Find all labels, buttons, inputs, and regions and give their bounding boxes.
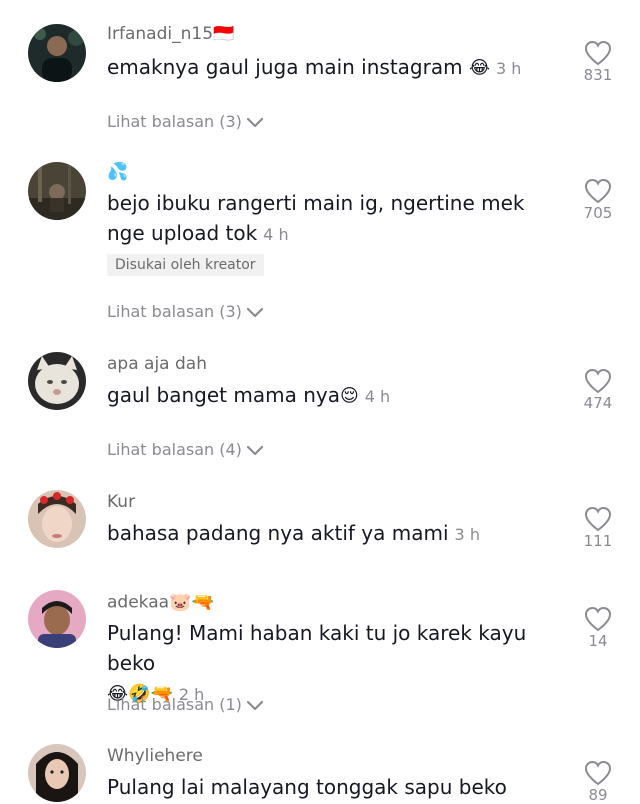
heart-icon	[584, 178, 612, 204]
flag-icon: 🇮🇩	[213, 24, 235, 44]
like-count: 474	[583, 394, 613, 412]
avatar[interactable]	[28, 24, 86, 82]
timestamp: 3 h	[495, 59, 522, 78]
heart-icon	[584, 760, 612, 786]
like-button[interactable]: 474	[578, 368, 618, 412]
like-button[interactable]: 831	[578, 40, 618, 84]
comment-text: emaknya gaul juga main instagram 😂 3 h	[107, 55, 522, 79]
like-button[interactable]: 14	[578, 606, 618, 650]
avatar[interactable]	[28, 744, 86, 802]
view-replies-button[interactable]: Lihat balasan (3)	[107, 302, 264, 321]
like-count: 111	[583, 532, 613, 550]
timestamp: 3 h	[454, 525, 480, 544]
comment-text: gaul banget mama nya😌 4 h	[107, 383, 391, 407]
like-count: 705	[583, 204, 613, 222]
view-replies-button[interactable]: Lihat balasan (3)	[107, 112, 264, 131]
heart-icon	[584, 506, 612, 532]
comment-text: bahasa padang nya aktif ya mami 3 h	[107, 521, 480, 545]
username[interactable]: Irfanadi_n15🇮🇩	[107, 24, 234, 44]
like-button[interactable]: 111	[578, 506, 618, 550]
pig-gun-emoji: 🐷🔫	[169, 592, 214, 613]
view-replies-button[interactable]: Lihat balasan (4)	[107, 440, 264, 459]
comment-text: Pulang lai malayang tonggak sapu beko	[107, 775, 507, 799]
avatar[interactable]	[28, 590, 86, 648]
like-button[interactable]: 705	[578, 178, 618, 222]
like-count: 14	[588, 632, 608, 650]
heart-icon	[584, 606, 612, 632]
avatar[interactable]	[28, 352, 86, 410]
emoji: 😂	[468, 57, 490, 79]
chevron-down-icon	[246, 307, 264, 317]
like-button[interactable]: 89	[578, 760, 618, 804]
like-count: 89	[588, 786, 608, 804]
username[interactable]: Whyliehere	[107, 746, 203, 766]
like-count: 831	[583, 66, 613, 84]
username[interactable]: adekaa🐷🔫	[107, 592, 214, 613]
timestamp: 4 h	[364, 387, 391, 406]
chevron-down-icon	[246, 700, 264, 710]
username[interactable]: 💦	[107, 162, 128, 182]
liked-by-creator-badge: Disukai oleh kreator	[107, 254, 264, 276]
avatar[interactable]	[28, 490, 86, 548]
comment-text: bejo ibuku rangerti main ig, ngertine me…	[107, 191, 525, 245]
timestamp: 4 h	[263, 225, 289, 244]
emoji: 😌	[339, 385, 359, 407]
view-replies-button[interactable]: Lihat balasan (1)	[107, 695, 264, 714]
heart-icon	[584, 368, 612, 394]
heart-icon	[584, 40, 612, 66]
chevron-down-icon	[246, 117, 264, 127]
chevron-down-icon	[246, 445, 264, 455]
username[interactable]: apa aja dah	[107, 354, 207, 374]
username[interactable]: Kur	[107, 492, 135, 512]
avatar[interactable]	[28, 162, 86, 220]
